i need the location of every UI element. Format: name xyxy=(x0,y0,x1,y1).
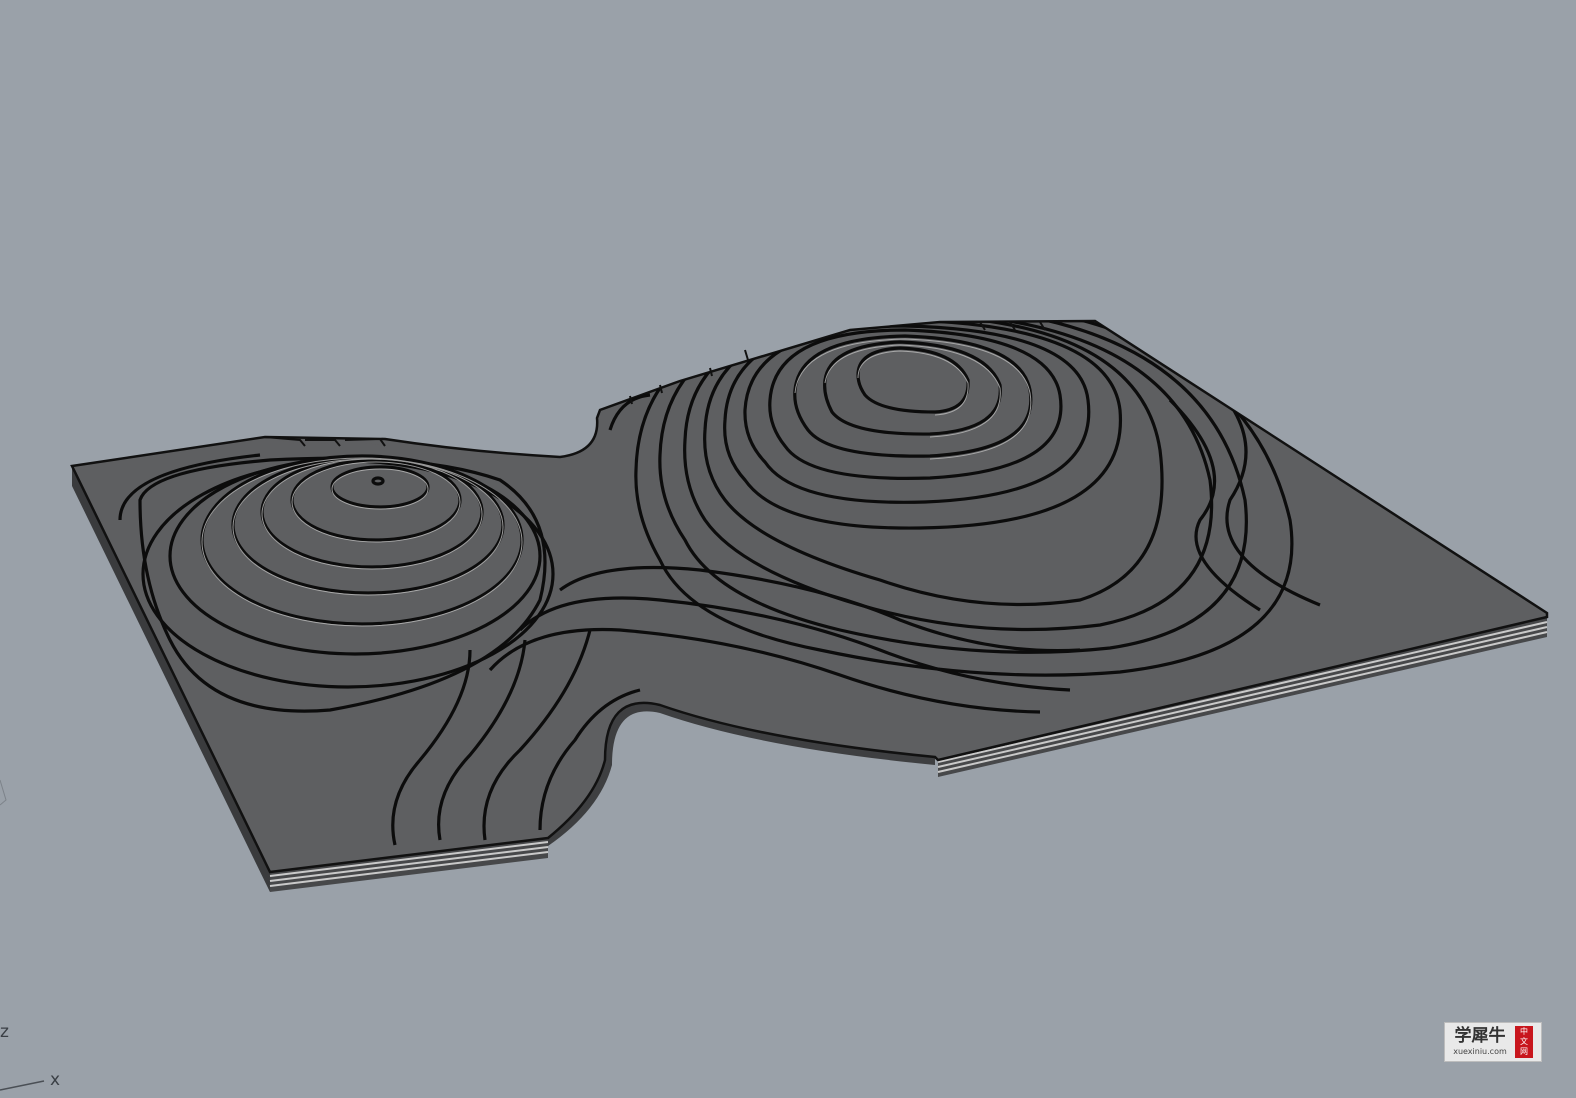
seal-char: 文 xyxy=(1520,1037,1528,1046)
construction-plane-fragment xyxy=(0,779,7,806)
world-axes-icon xyxy=(0,1080,45,1091)
seal-char: 网 xyxy=(1520,1047,1528,1056)
rhino-viewport[interactable]: z x 学犀牛 xuexiniu.com 中 文 网 xyxy=(0,0,1576,1098)
watermark-seal: 中 文 网 xyxy=(1515,1026,1533,1058)
watermark-url: xuexiniu.com xyxy=(1453,1047,1507,1056)
x-axis-label: x xyxy=(50,1070,61,1090)
terrain-top-surface xyxy=(70,319,1549,874)
perspective-viewport-canvas[interactable] xyxy=(0,0,1576,1098)
z-axis-label: z xyxy=(0,1022,9,1042)
watermark-text: 学犀牛 xuexiniu.com xyxy=(1445,1028,1515,1056)
watermark-logo: 学犀牛 xuexiniu.com 中 文 网 xyxy=(1444,1022,1542,1062)
watermark-brand: 学犀牛 xyxy=(1454,1026,1506,1046)
seal-char: 中 xyxy=(1520,1027,1528,1036)
